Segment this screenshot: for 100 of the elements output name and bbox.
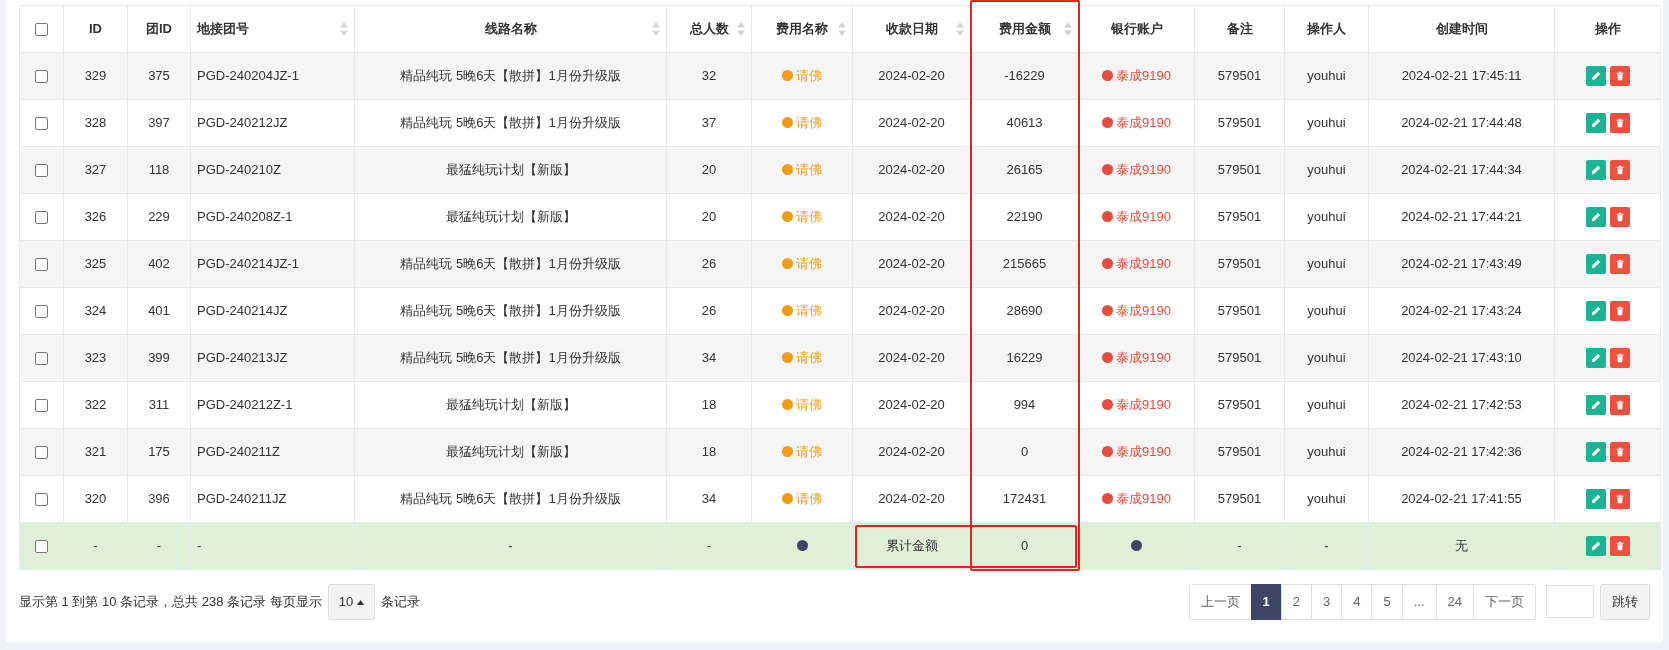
table-cell: 28690 [1006,303,1043,319]
delete-button[interactable] [1609,66,1630,87]
column-header: 备注 [1226,21,1253,37]
table-cell: 2024-02-21 17:44:21 [1401,209,1522,225]
checkbox[interactable] [35,493,48,507]
table-cell: 0 [1020,444,1029,460]
table-cell: 累计金额 [885,538,938,554]
delete-button[interactable] [1609,536,1630,557]
table-cell: 18 [701,444,717,460]
table-cell: 324 [84,303,107,319]
table-cell: -16229 [1004,68,1045,84]
page-button[interactable]: 1 [1250,584,1282,620]
delete-button[interactable] [1609,395,1630,416]
delete-button[interactable] [1609,254,1630,275]
page-input[interactable] [1546,585,1594,619]
table-cell: 2024-02-20 [878,491,945,507]
table-cell: 401 [148,303,170,319]
table-cell: youhui [1307,256,1346,272]
column-header[interactable]: 总人数 [689,21,729,37]
pencil-icon [1590,400,1601,411]
edit-button[interactable] [1585,113,1606,134]
edit-button[interactable] [1585,489,1606,510]
page-button[interactable]: 4 [1341,584,1373,620]
checkbox[interactable] [35,446,48,460]
table-cell: 2024-02-21 17:44:48 [1401,115,1522,131]
checkbox[interactable] [35,540,48,554]
page-button[interactable]: 5 [1371,584,1403,620]
table-cell: 34 [701,491,717,507]
edit-button[interactable] [1585,395,1606,416]
delete-button[interactable] [1609,207,1630,228]
table-cell: 579501 [1217,162,1262,178]
edit-button[interactable] [1585,348,1606,369]
pencil-icon [1590,165,1601,176]
table-cell: 16229 [1006,350,1043,366]
checkbox[interactable] [35,399,48,413]
column-header[interactable]: 地接团号 [197,21,249,37]
page-button[interactable]: ... [1401,584,1437,620]
column-header[interactable]: 费用金额 [998,21,1051,37]
edit-button[interactable] [1585,160,1606,181]
status-label: 请佛 [796,256,822,272]
page-button[interactable]: 3 [1311,584,1343,620]
pencil-icon [1590,447,1601,458]
table-cell: 2024-02-20 [878,397,945,413]
table-cell: youhui [1307,444,1346,460]
trash-icon [1614,259,1625,270]
page-size-dropdown[interactable]: 10 [327,584,375,620]
table-cell: 579501 [1217,115,1262,131]
column-header: 操作人 [1307,21,1346,37]
page-button[interactable]: 下一页 [1473,584,1536,620]
column-header: ID [89,21,102,37]
table-cell: 118 [148,162,170,178]
table-cell: - [706,538,712,554]
trash-icon [1614,71,1625,82]
table-cell: 精品纯玩 5晚6天【散拼】1月份升级版 [400,256,621,272]
table-cell: 579501 [1217,397,1262,413]
page-button[interactable]: 上一页 [1188,584,1252,620]
records-info: 条记录 [380,593,420,611]
edit-button[interactable] [1585,442,1606,463]
column-header[interactable]: 线路名称 [484,21,537,37]
delete-button[interactable] [1609,489,1630,510]
checkbox[interactable] [35,258,48,272]
table-cell: youhui [1307,162,1346,178]
delete-button[interactable] [1609,160,1630,181]
table-cell: 2024-02-20 [878,162,945,178]
status-label: 泰成9190 [1116,162,1171,178]
page-button[interactable]: 2 [1280,584,1312,620]
trash-icon [1614,541,1625,552]
delete-button[interactable] [1609,348,1630,369]
edit-button[interactable] [1585,254,1606,275]
table-cell: 328 [84,115,107,131]
delete-button[interactable] [1609,301,1630,322]
table-cell: 2024-02-20 [878,350,945,366]
table-cell: 最猛纯玩计划【新版】 [445,397,576,413]
column-header[interactable]: 费用名称 [776,21,828,37]
page-button[interactable]: 24 [1435,584,1474,620]
table-cell: 2024-02-20 [878,115,945,131]
checkbox[interactable] [35,23,48,37]
table-cell: 精品纯玩 5晚6天【散拼】1月份升级版 [400,350,621,366]
edit-button[interactable] [1585,66,1606,87]
edit-button[interactable] [1585,301,1606,322]
checkbox[interactable] [35,352,48,366]
jump-button[interactable]: 跳转 [1600,584,1650,620]
edit-button[interactable] [1585,536,1606,557]
column-header[interactable]: 收款日期 [885,21,938,37]
status-label: 泰成9190 [1116,491,1171,507]
checkbox[interactable] [35,117,48,131]
table-cell: 2024-02-20 [878,444,945,460]
table-cell: 精品纯玩 5晚6天【散拼】1月份升级版 [400,303,621,319]
table-cell: 2024-02-20 [878,68,945,84]
table-cell: 215665 [1002,256,1047,272]
checkbox[interactable] [35,211,48,225]
checkbox[interactable] [35,70,48,84]
checkbox[interactable] [35,305,48,319]
column-header: 创建时间 [1435,21,1488,37]
delete-button[interactable] [1609,113,1630,134]
edit-button[interactable] [1585,207,1606,228]
trash-icon [1614,400,1625,411]
checkbox[interactable] [35,164,48,178]
table-cell: 2024-02-21 17:45:11 [1401,68,1522,84]
delete-button[interactable] [1609,442,1630,463]
